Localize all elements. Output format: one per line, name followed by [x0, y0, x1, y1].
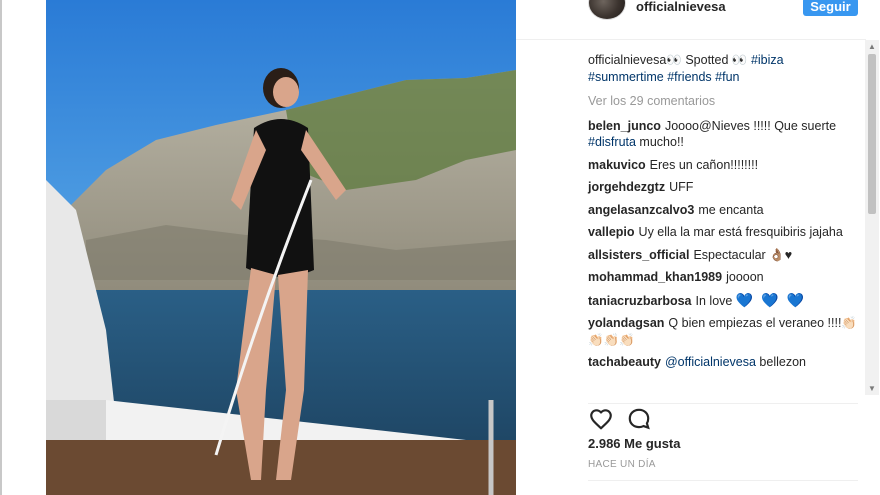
comment-item: mohammad_khan1989 joooon — [588, 269, 858, 286]
comment-text: In love — [695, 293, 733, 308]
comment-item: makuvico Eres un cañon!!!!!!!! — [588, 157, 858, 174]
comment-item: angelasanzcalvo3 me encanta — [588, 202, 858, 219]
post-header: officialnievesa Seguir — [516, 0, 866, 40]
comment-item: yolandagsan Q bien empiezas el veraneo !!… — [588, 315, 858, 348]
comments-list: officialnievesa👀 Spotted 👀 #ibiza #summe… — [588, 52, 858, 377]
comment-username[interactable]: belen_junco — [588, 119, 661, 133]
comment-item: vallepio Uy ella la mar está fresquibiris… — [588, 224, 858, 241]
post-actions — [588, 403, 858, 433]
comment-username[interactable]: jorgehdezgtz — [588, 180, 665, 194]
comment-username[interactable]: makuvico — [588, 158, 646, 172]
comment-text: Espectacular 👌🏽♥ — [693, 247, 793, 262]
hashtag-ibiza[interactable]: #ibiza — [751, 53, 784, 67]
comment-item: tachabeauty @officialnievesa bellezon — [588, 354, 858, 371]
scrollbar-thumb[interactable] — [868, 54, 876, 214]
comment-username[interactable]: taniacruzbarbosa — [588, 294, 692, 308]
comment-text: me encanta — [698, 202, 764, 217]
likes-count[interactable]: 2.986 Me gusta — [588, 436, 681, 451]
post-detail-panel: officialnievesa Seguir officialnievesa👀 … — [516, 0, 879, 495]
comment-text-after: mucho!! — [635, 135, 684, 149]
post-username[interactable]: officialnievesa — [636, 0, 726, 14]
comment-item: belen_junco Joooo@Nieves !!!!! Que suerte… — [588, 118, 858, 151]
hashtag-friends[interactable]: #friends — [667, 70, 711, 84]
post-caption: officialnievesa👀 Spotted 👀 #ibiza #summe… — [588, 52, 858, 85]
comment-text: Eres un cañon!!!!!!!! — [649, 157, 759, 172]
comment-text: Joooo@Nieves !!!!! Que suerte — [664, 118, 837, 133]
comment-text: joooon — [726, 270, 764, 284]
avatar[interactable] — [588, 0, 626, 20]
post-timestamp: HACE UN DÍA — [588, 459, 656, 470]
comment-text-after: bellezon — [755, 355, 806, 369]
caption-text: 👀 Spotted 👀 — [666, 53, 751, 67]
heart-icon[interactable] — [588, 406, 614, 432]
hashtag-fun[interactable]: #fun — [715, 70, 739, 84]
scroll-up-arrow-icon[interactable]: ▲ — [868, 42, 876, 51]
hashtag-disfruta[interactable]: #disfruta — [588, 135, 636, 149]
comment-username[interactable]: yolandagsan — [588, 316, 664, 330]
comment-text: UFF — [669, 180, 694, 194]
scroll-down-arrow-icon[interactable]: ▼ — [868, 384, 876, 393]
divider — [588, 480, 858, 481]
comment-username[interactable]: angelasanzcalvo3 — [588, 203, 694, 217]
hashtag-summertime[interactable]: #summertime — [588, 70, 664, 84]
comment-text: Uy ella la mar está fresquibiris jajaha — [638, 225, 843, 239]
photo-illustration — [46, 0, 516, 495]
comment-username[interactable]: tachabeauty — [588, 355, 661, 369]
caption-username[interactable]: officialnievesa — [588, 53, 666, 67]
comment-item: jorgehdezgtz UFF — [588, 179, 858, 196]
view-all-comments-link[interactable]: Ver los 29 comentarios — [588, 93, 858, 110]
comment-item: allsisters_official Espectacular 👌🏽♥ — [588, 247, 858, 264]
comment-item: taniacruzbarbosa In love 💙 💙 💙 — [588, 292, 858, 310]
comment-username[interactable]: mohammad_khan1989 — [588, 270, 722, 284]
comment-username[interactable]: vallepio — [588, 225, 635, 239]
post-photo[interactable] — [46, 0, 516, 495]
comments-scrollbar[interactable]: ▲ ▼ — [865, 40, 879, 395]
follow-button[interactable]: Seguir — [803, 0, 858, 16]
comment-username[interactable]: allsisters_official — [588, 248, 689, 262]
comment-icon[interactable] — [626, 406, 652, 432]
blue-hearts-emoji: 💙 💙 💙 — [735, 291, 806, 308]
window-left-border — [0, 0, 2, 495]
comment-mention[interactable]: @officialnievesa — [665, 355, 756, 369]
